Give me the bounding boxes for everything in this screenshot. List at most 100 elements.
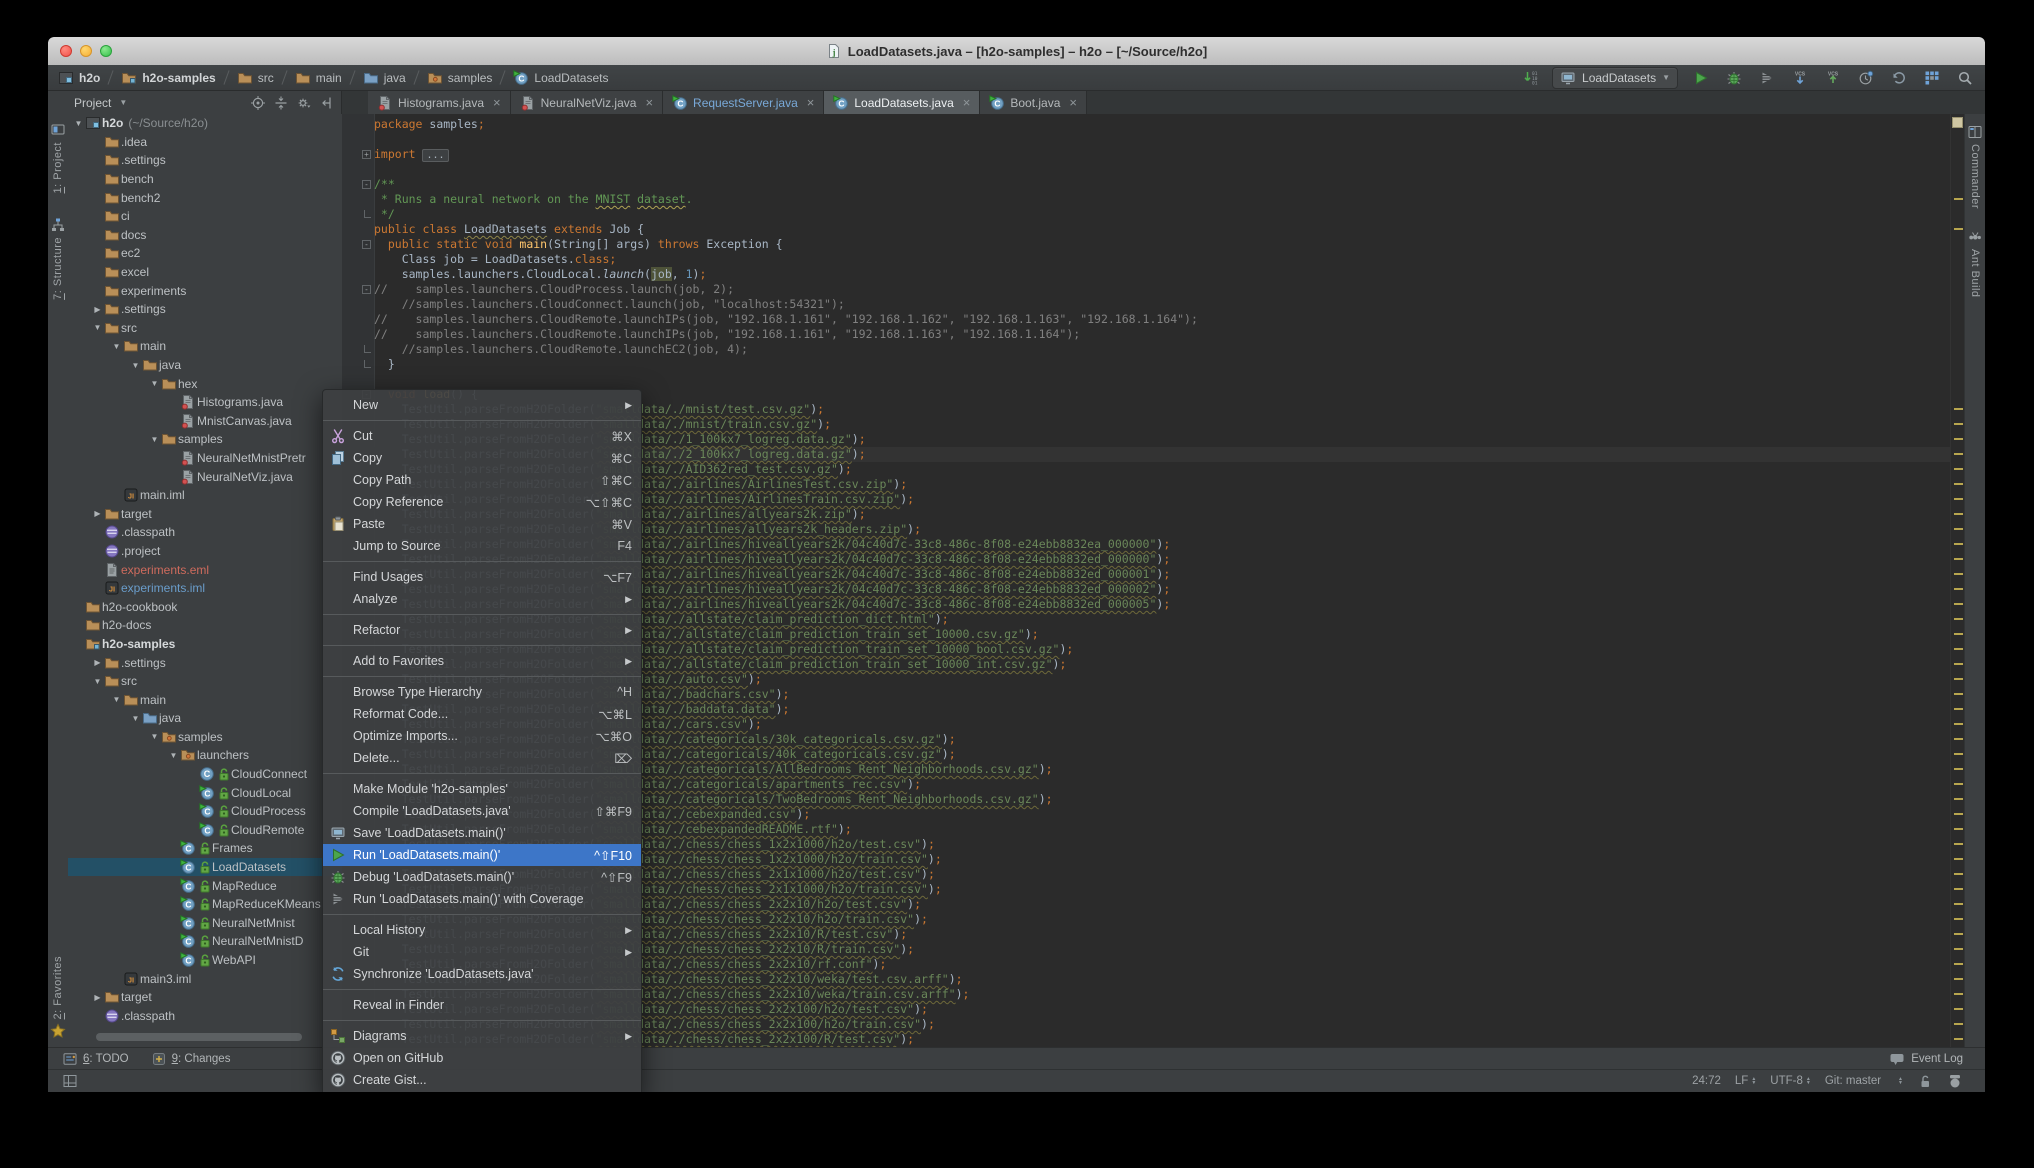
tree-item-experiments.eml[interactable]: experiments.eml — [68, 560, 342, 579]
tree-item-NeuralNetViz.java[interactable]: NeuralNetViz.java — [68, 467, 342, 486]
project-tree-panel[interactable]: ▼h2o (~/Source/h2o).idea.settingsbenchbe… — [68, 114, 343, 1047]
search-icon[interactable] — [1955, 68, 1975, 88]
tree-item-samples[interactable]: ▼samples — [68, 728, 342, 747]
tree-item-docs[interactable]: docs — [68, 226, 342, 245]
menu-item-diagrams[interactable]: Diagrams▶ — [323, 1025, 641, 1047]
tree-item-src[interactable]: ▼src — [68, 319, 342, 338]
tree-collapsed-arrow[interactable]: ▶ — [91, 305, 104, 314]
tab-Boot.java[interactable]: CBoot.java× — [980, 91, 1087, 114]
menu-item-create-gist-[interactable]: Create Gist... — [323, 1069, 641, 1091]
changelist-icon[interactable]: 011001 — [1523, 70, 1539, 86]
menu-item-refactor[interactable]: Refactor▶ — [323, 619, 641, 641]
close-tab-icon[interactable]: × — [807, 95, 815, 110]
tree-item-.settings[interactable]: ▶.settings — [68, 300, 342, 319]
tree-collapsed-arrow[interactable]: ▶ — [91, 993, 104, 1002]
menu-item-compile-loaddatasets-java-[interactable]: Compile 'LoadDatasets.java'⇧⌘F9 — [323, 800, 641, 822]
caret-position[interactable]: 24:72 — [1692, 1075, 1721, 1087]
tree-item-.idea[interactable]: .idea — [68, 133, 342, 152]
menu-item-local-history[interactable]: Local History▶ — [323, 919, 641, 941]
minimize-window-button[interactable] — [80, 45, 92, 57]
menu-item-run-loaddatasets-main-with-coverage[interactable]: Run 'LoadDatasets.main()' with Coverage — [323, 888, 641, 910]
tree-item-target[interactable]: ▶target — [68, 988, 342, 1007]
tree-item-NeuralNetMnistPretr[interactable]: NeuralNetMnistPretr — [68, 449, 342, 468]
tree-item-MnistCanvas.java[interactable]: MnistCanvas.java — [68, 412, 342, 431]
line-separator-select[interactable]: LF▲▼ — [1735, 1075, 1756, 1087]
breadcrumb-samples[interactable]: samples — [427, 70, 493, 86]
menu-item-copy-path[interactable]: Copy Path⇧⌘C — [323, 469, 641, 491]
collapse-icon[interactable] — [273, 95, 289, 111]
history-icon[interactable] — [1856, 68, 1876, 88]
tree-expanded-arrow[interactable]: ▼ — [167, 751, 180, 760]
tree-item-target[interactable]: ▶target — [68, 504, 342, 523]
menu-item-git[interactable]: Git▶ — [323, 941, 641, 963]
tree-item-samples[interactable]: ▼samples — [68, 430, 342, 449]
encoding-select[interactable]: UTF-8▲▼ — [1770, 1075, 1811, 1087]
tree-item-CloudLocal[interactable]: CCloudLocal — [68, 783, 342, 802]
tree-item-main[interactable]: ▼main — [68, 337, 342, 356]
tree-item-.classpath[interactable]: .classpath — [68, 1007, 342, 1026]
menu-item-copy[interactable]: Copy⌘C — [323, 447, 641, 469]
menu-item-browse-type-hierarchy[interactable]: Browse Type Hierarchy^H — [323, 681, 641, 703]
tree-item-java[interactable]: ▼java — [68, 709, 342, 728]
menu-item-make-module-h2o-samples-[interactable]: Make Module 'h2o-samples' — [323, 778, 641, 800]
structure-grid-icon[interactable] — [1922, 68, 1942, 88]
tree-item-.settings[interactable]: .settings — [68, 151, 342, 170]
tab-RequestServer.java[interactable]: CRequestServer.java× — [663, 91, 824, 114]
tree-expanded-arrow[interactable]: ▼ — [129, 714, 142, 723]
tool-button-project[interactable]: 1: Project — [48, 122, 68, 193]
tree-item-NeuralNetMnistD[interactable]: CNeuralNetMnistD — [68, 932, 342, 951]
tab-NeuralNetViz.java[interactable]: NeuralNetViz.java× — [511, 91, 663, 114]
tool-button-todo[interactable]: 6: TODO — [62, 1051, 129, 1067]
menu-item-analyze[interactable]: Analyze▶ — [323, 588, 641, 610]
breadcrumb-LoadDatasets[interactable]: CLoadDatasets — [513, 70, 608, 86]
vcs-update-icon[interactable]: VCS — [1790, 68, 1810, 88]
tree-item-LoadDatasets[interactable]: CLoadDatasets — [68, 858, 342, 877]
tree-item-excel[interactable]: excel — [68, 263, 342, 282]
tree-item-MapReduceKMeans[interactable]: CMapReduceKMeans — [68, 895, 342, 914]
tool-button-favorites[interactable]: 2: Favorites — [48, 956, 68, 1039]
target-icon[interactable] — [250, 95, 266, 111]
menu-item-debug-loaddatasets-main-[interactable]: Debug 'LoadDatasets.main()'^⇧F9 — [323, 866, 641, 888]
tree-item-h2o-cookbook[interactable]: h2o-cookbook — [68, 597, 342, 616]
menu-item-synchronize-loaddatasets-java-[interactable]: Synchronize 'LoadDatasets.java' — [323, 963, 641, 985]
tree-item-experiments[interactable]: experiments — [68, 281, 342, 300]
event-log-button[interactable]: Event Log — [1889, 1051, 1963, 1067]
tree-expanded-arrow[interactable]: ▼ — [148, 379, 161, 388]
tree-item-java[interactable]: ▼java — [68, 356, 342, 375]
tree-item-WebAPI[interactable]: CWebAPI — [68, 951, 342, 970]
close-tab-icon[interactable]: × — [645, 95, 653, 110]
debug-icon[interactable] — [1724, 68, 1744, 88]
tree-expanded-arrow[interactable]: ▼ — [110, 695, 123, 704]
project-panel-header[interactable]: Project ▼ — [48, 91, 342, 114]
tree-horizontal-scrollbar[interactable] — [96, 1033, 302, 1041]
run-icon[interactable] — [1691, 68, 1711, 88]
tree-expanded-arrow[interactable]: ▼ — [110, 342, 123, 351]
tool-button-structure[interactable]: 7: Structure — [48, 217, 68, 300]
tree-item-NeuralNetMnist[interactable]: CNeuralNetMnist — [68, 914, 342, 933]
close-tab-icon[interactable]: × — [963, 95, 971, 110]
tree-item-h2o-samples[interactable]: h2o-samples — [68, 635, 342, 654]
menu-item-delete-[interactable]: Delete...⌦ — [323, 747, 641, 769]
vcs-branch-select[interactable]: Git: master — [1825, 1075, 1881, 1087]
breadcrumb-h2o-samples[interactable]: h2o-samples — [121, 70, 215, 86]
breadcrumb-main[interactable]: main — [295, 70, 342, 86]
tree-item-h2o[interactable]: ▼h2o (~/Source/h2o) — [68, 114, 342, 133]
pin-icon[interactable] — [319, 95, 335, 111]
vcs-commit-icon[interactable]: VCS — [1823, 68, 1843, 88]
tree-item-.project[interactable]: .project — [68, 542, 342, 561]
tree-item-MapReduce[interactable]: CMapReduce — [68, 876, 342, 895]
tool-button-changes[interactable]: 9: Changes — [151, 1051, 231, 1067]
tree-item-ci[interactable]: ci — [68, 207, 342, 226]
tree-item-Frames[interactable]: CFrames — [68, 839, 342, 858]
zoom-window-button[interactable] — [100, 45, 112, 57]
close-tab-icon[interactable]: × — [493, 95, 501, 110]
breadcrumb-h2o[interactable]: h2o — [58, 70, 100, 86]
toolwindow-grid-icon[interactable] — [62, 1073, 78, 1089]
run-configuration-select[interactable]: LoadDatasets ▼ — [1552, 67, 1678, 89]
menu-item-jump-to-source[interactable]: Jump to SourceF4 — [323, 535, 641, 557]
tree-expanded-arrow[interactable]: ▼ — [72, 119, 85, 128]
menu-item-optimize-imports-[interactable]: Optimize Imports...⌥⌘O — [323, 725, 641, 747]
tree-item-CloudConnect[interactable]: CCloudConnect — [68, 765, 342, 784]
tree-item-.classpath[interactable]: .classpath — [68, 523, 342, 542]
tree-item-ec2[interactable]: ec2 — [68, 244, 342, 263]
